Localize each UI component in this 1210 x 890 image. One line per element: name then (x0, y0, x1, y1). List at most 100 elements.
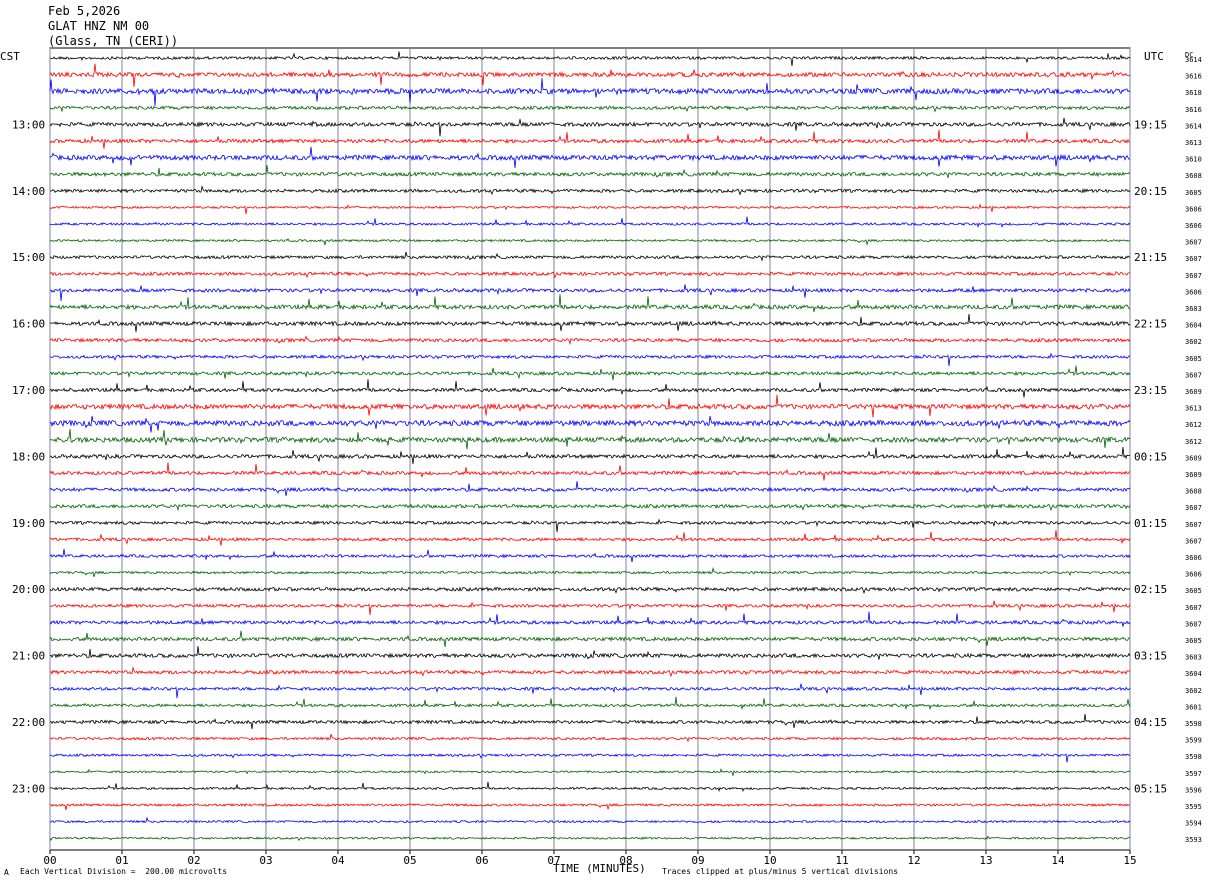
trace-line (49, 428, 1131, 450)
dc-value: 3607 (1185, 272, 1202, 280)
trace-line (50, 696, 1131, 711)
dc-value: 3614 (1185, 56, 1202, 64)
x-tick-label: 10 (763, 854, 776, 867)
dc-value: 3598 (1185, 720, 1202, 728)
trace-line (49, 314, 1131, 333)
dc-value: 3607 (1185, 371, 1202, 379)
dc-value: 3608 (1185, 488, 1202, 496)
trace-layer (49, 51, 1131, 842)
dc-value: 3612 (1185, 438, 1202, 446)
left-hour-label: 17:00 (12, 384, 45, 397)
trace-line (49, 586, 1131, 595)
dc-value: 3606 (1185, 288, 1202, 296)
x-tick-label: 03 (259, 854, 272, 867)
trace-line (49, 781, 1131, 793)
right-hour-label: 21:15 (1134, 251, 1167, 264)
left-hour-label: 19:00 (12, 517, 45, 530)
trace-line (49, 462, 1131, 481)
x-tick-label: 15 (1123, 854, 1136, 867)
right-hour-label: 04:15 (1134, 716, 1167, 729)
right-hour-label: 03:15 (1134, 650, 1167, 663)
left-hour-label: 22:00 (12, 716, 45, 729)
trace-line (49, 185, 1131, 196)
trace-line (49, 105, 1131, 113)
dc-value: 3607 (1185, 504, 1202, 512)
trace-line (49, 683, 1131, 699)
dc-value: 3605 (1185, 189, 1202, 197)
trace-line (49, 352, 1131, 367)
trace-line (49, 733, 1131, 743)
grid-layer (49, 47, 1131, 854)
x-tick-label: 14 (1051, 854, 1065, 867)
x-tick-label: 04 (331, 854, 345, 867)
dc-value: 3607 (1185, 604, 1202, 612)
dc-value: 3594 (1185, 820, 1202, 828)
dc-value: 3607 (1185, 537, 1202, 545)
trace-line (49, 203, 1131, 214)
dc-value: 3610 (1185, 156, 1202, 164)
dc-value: 3593 (1185, 836, 1202, 844)
clip-note: Traces clipped at plus/minus 5 vertical … (662, 867, 899, 876)
trace-line (49, 611, 1131, 627)
right-hour-label: 00:15 (1134, 450, 1167, 463)
x-tick-label: 11 (835, 854, 848, 867)
left-hour-label: 15:00 (12, 251, 45, 264)
trace-line (49, 802, 1131, 811)
dc-value: 3604 (1185, 670, 1202, 678)
trace-line (49, 666, 1131, 678)
dc-value: 3605 (1185, 637, 1202, 645)
trace-line (49, 714, 1131, 729)
trace-line (49, 415, 1131, 433)
trace-line (49, 630, 1131, 647)
dc-value: 3605 (1185, 587, 1202, 595)
left-axis-label: CST (0, 50, 20, 63)
dc-value: 3599 (1185, 737, 1202, 745)
trace-line (49, 379, 1131, 398)
dc-value: 3614 (1185, 122, 1202, 130)
trace-line (49, 835, 1131, 842)
dc-value: 3618 (1185, 89, 1202, 97)
x-tick-label: 06 (475, 854, 488, 867)
dc-value: 3607 (1185, 620, 1202, 628)
dc-value: 3598 (1185, 753, 1202, 761)
trace-line (49, 394, 1131, 418)
right-hour-label: 23:15 (1134, 384, 1167, 397)
left-hour-label: 18:00 (12, 450, 45, 463)
dc-value: 3606 (1185, 554, 1202, 562)
trace-line (49, 530, 1131, 546)
x-tick-label: 12 (907, 854, 920, 867)
dc-value: 3613 (1185, 405, 1202, 413)
trace-line (49, 518, 1131, 533)
trace-line (49, 51, 1131, 67)
x-tick-label: 13 (979, 854, 992, 867)
right-hour-label: 01:15 (1134, 517, 1167, 530)
dc-value: 3608 (1185, 172, 1202, 180)
trace-line (49, 365, 1131, 381)
label-layer: 00 01 02 03 04 05 06 07 08 09 10 11 12 13 14 1536143616… (12, 56, 1202, 867)
left-hour-label: 23:00 (12, 782, 45, 795)
dc-value: 3607 (1185, 521, 1202, 529)
trace-line (49, 284, 1131, 302)
plot-frame (49, 47, 1131, 851)
dc-value: 3596 (1185, 786, 1202, 794)
right-hour-label: 20:15 (1134, 185, 1167, 198)
dc-value: 3597 (1185, 770, 1202, 778)
dc-value: 3605 (1185, 355, 1202, 363)
dc-value: 3606 (1185, 222, 1202, 230)
trace-line (49, 447, 1130, 465)
trace-line (49, 251, 1131, 262)
dc-value: 3601 (1185, 703, 1202, 711)
trace-line (49, 216, 1131, 229)
right-hour-label: 05:15 (1134, 782, 1167, 795)
trace-line (49, 567, 1131, 578)
dc-value: 3609 (1185, 388, 1202, 396)
trace-line (49, 600, 1131, 616)
trace-line (49, 503, 1131, 512)
trace-line (49, 335, 1131, 346)
right-hour-label: 02:15 (1134, 583, 1167, 596)
trace-line (49, 78, 1131, 106)
trace-line (49, 646, 1131, 660)
x-tick-label: 01 (115, 854, 128, 867)
trace-line (49, 548, 1131, 563)
left-hour-label: 13:00 (12, 118, 45, 131)
